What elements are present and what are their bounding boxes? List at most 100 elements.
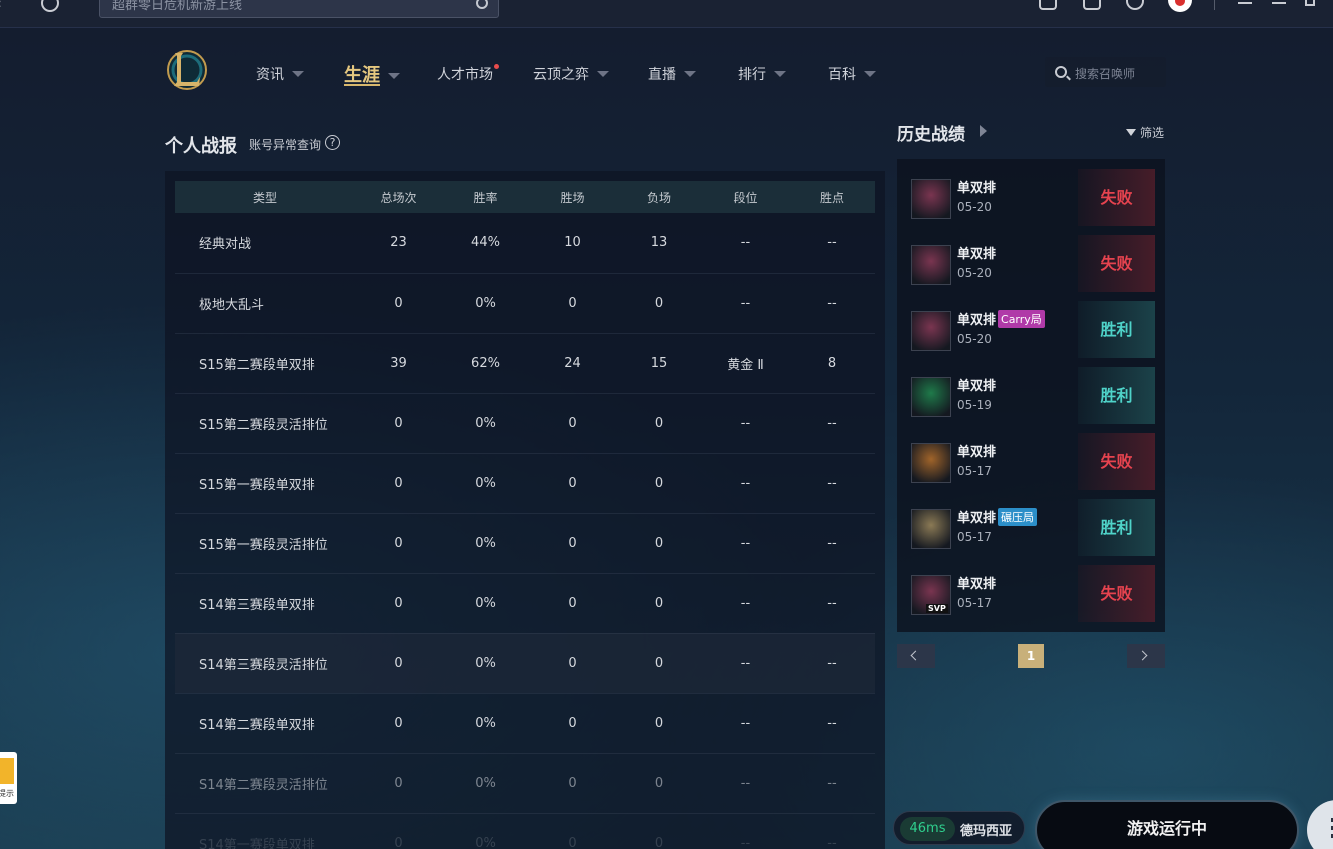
match-mode-label: 单双排 [957, 511, 997, 526]
table-row[interactable]: S15第二赛段灵活排位 0 0% 0 0 -- -- [175, 393, 875, 454]
cell-lp: -- [789, 393, 875, 454]
cell-lp: 8 [789, 333, 875, 394]
cell-rank: -- [702, 693, 789, 754]
summoner-search-input[interactable]: 搜索召唤师 [1045, 57, 1166, 87]
match-mode-label: 单双排 [957, 445, 997, 460]
table-row[interactable]: 经典对战 23 44% 10 13 -- -- [175, 213, 875, 274]
nav-ranking[interactable]: 排行 [738, 64, 786, 84]
table-row[interactable]: S14第一赛段单双排 0 0% 0 0 -- -- [175, 813, 875, 849]
match-result: 失败 [1078, 169, 1155, 226]
personal-record-title: 个人战报 [165, 136, 237, 157]
cell-total: 39 [355, 333, 442, 394]
table-row[interactable]: S14第二赛段单双排 0 0% 0 0 -- -- [175, 693, 875, 754]
cell-wins: 10 [529, 213, 616, 274]
active-underline [344, 84, 380, 86]
match-item[interactable]: 单双排 Carry局 05-20 胜利 [897, 291, 1165, 358]
nav-live[interactable]: 直播 [648, 64, 696, 84]
nav-talent-market[interactable]: 人才市场 [437, 64, 499, 84]
champion-avatar [911, 509, 951, 549]
cell-total: 0 [355, 633, 442, 694]
history-title[interactable]: 历史战绩 [897, 120, 965, 145]
col-losses: 负场 [616, 181, 702, 213]
cell-lp: -- [789, 633, 875, 694]
match-item[interactable]: 单双排 05-20 失败 [897, 225, 1165, 292]
match-mode-label: 单双排 [957, 247, 997, 262]
cell-total: 0 [355, 693, 442, 754]
cell-rate: 0% [442, 273, 529, 334]
table-row[interactable]: S14第二赛段灵活排位 0 0% 0 0 -- -- [175, 753, 875, 814]
lol-logo[interactable] [166, 49, 208, 91]
search-icon[interactable] [476, 0, 488, 9]
match-item[interactable]: 单双排 碾压局 05-17 胜利 [897, 489, 1165, 556]
col-lp: 胜点 [789, 181, 875, 213]
cell-type: S14第三赛段单双排 [175, 573, 355, 634]
match-item[interactable]: 单双排 05-20 失败 [897, 159, 1165, 226]
cell-lp: -- [789, 693, 875, 754]
window-icon[interactable] [1305, 0, 1315, 6]
cell-wins: 0 [529, 453, 616, 514]
table-row[interactable]: S15第二赛段单双排 39 62% 24 15 黄金 Ⅱ8 [175, 333, 875, 394]
cell-total: 0 [355, 813, 442, 849]
filter-button[interactable]: 筛选 [1126, 124, 1164, 141]
cell-rank: -- [702, 753, 789, 814]
cell-rate: 0% [442, 633, 529, 694]
cell-total: 0 [355, 273, 442, 334]
cell-lp: -- [789, 813, 875, 849]
nav-wiki-label: 百科 [828, 67, 856, 83]
game-running-button[interactable]: 游戏运行中 [1035, 800, 1299, 849]
cell-type: S14第二赛段灵活排位 [175, 753, 355, 814]
cell-rate: 44% [442, 213, 529, 274]
message-icon[interactable] [1083, 0, 1101, 10]
title-bar: ‹ 超群零日危机新游上线 [0, 0, 1333, 28]
server-status[interactable]: 46ms 德玛西亚 [893, 811, 1025, 845]
table-row[interactable]: S15第一赛段单双排 0 0% 0 0 -- -- [175, 453, 875, 514]
svp-badge: SVP [926, 604, 948, 613]
cell-wins: 0 [529, 573, 616, 634]
more-button[interactable] [1307, 800, 1333, 849]
help-icon[interactable]: ? [325, 135, 340, 150]
cell-losses: 13 [616, 213, 702, 274]
match-item[interactable]: SVP 单双排 05-17 失败 [897, 555, 1165, 622]
nav-career[interactable]: 生涯 [344, 61, 400, 87]
table-row[interactable]: S14第三赛段单双排 0 0% 0 0 -- -- [175, 573, 875, 634]
chevron-right-icon [1137, 650, 1148, 661]
cell-losses: 0 [616, 393, 702, 454]
table-row[interactable]: 极地大乱斗 0 0% 0 0 -- -- [175, 273, 875, 334]
nav-tft[interactable]: 云顶之弈 [533, 64, 609, 84]
match-item[interactable]: 单双排 05-17 失败 [897, 423, 1165, 490]
minimize-icon[interactable] [1272, 2, 1286, 4]
chevron-left-icon [910, 650, 921, 661]
chevron-down-icon [388, 73, 400, 79]
menu-icon[interactable] [1238, 2, 1252, 4]
cell-losses: 0 [616, 813, 702, 849]
match-mode: 单双排 [957, 177, 996, 196]
nav-news[interactable]: 资讯 [256, 64, 304, 84]
cell-losses: 0 [616, 513, 702, 574]
chevron-right-icon[interactable] [980, 125, 987, 137]
match-result: 胜利 [1078, 367, 1155, 424]
cell-type: S15第二赛段灵活排位 [175, 393, 355, 454]
friends-icon[interactable] [1126, 0, 1144, 10]
nav-wiki[interactable]: 百科 [828, 64, 876, 84]
prev-page-button[interactable] [897, 644, 935, 668]
refresh-icon[interactable] [41, 0, 59, 12]
cell-wins: 24 [529, 333, 616, 394]
ping-value: 46ms [900, 817, 955, 841]
page-number[interactable]: 1 [1018, 644, 1044, 668]
notification-dot [494, 64, 499, 69]
calendar-icon[interactable] [1039, 0, 1057, 10]
match-mode: 单双排 Carry局 [957, 309, 1045, 328]
user-avatar[interactable] [1168, 0, 1192, 12]
back-icon[interactable]: ‹ [0, 0, 10, 12]
match-mode-label: 单双排 [957, 379, 997, 394]
match-date: 05-17 [957, 596, 992, 610]
next-page-button[interactable] [1127, 644, 1165, 668]
table-row[interactable]: S15第一赛段灵活排位 0 0% 0 0 -- -- [175, 513, 875, 574]
table-row[interactable]: S14第三赛段灵活排位 0 0% 0 0 -- -- [175, 633, 875, 694]
global-search-input[interactable]: 超群零日危机新游上线 [99, 0, 499, 18]
account-anomaly-link[interactable]: 账号异常查询 [249, 136, 321, 153]
side-tip-badge[interactable]: 提示 [0, 752, 17, 804]
cell-type: S14第一赛段单双排 [175, 813, 355, 849]
cell-lp: -- [789, 573, 875, 634]
match-item[interactable]: 单双排 05-19 胜利 [897, 357, 1165, 424]
